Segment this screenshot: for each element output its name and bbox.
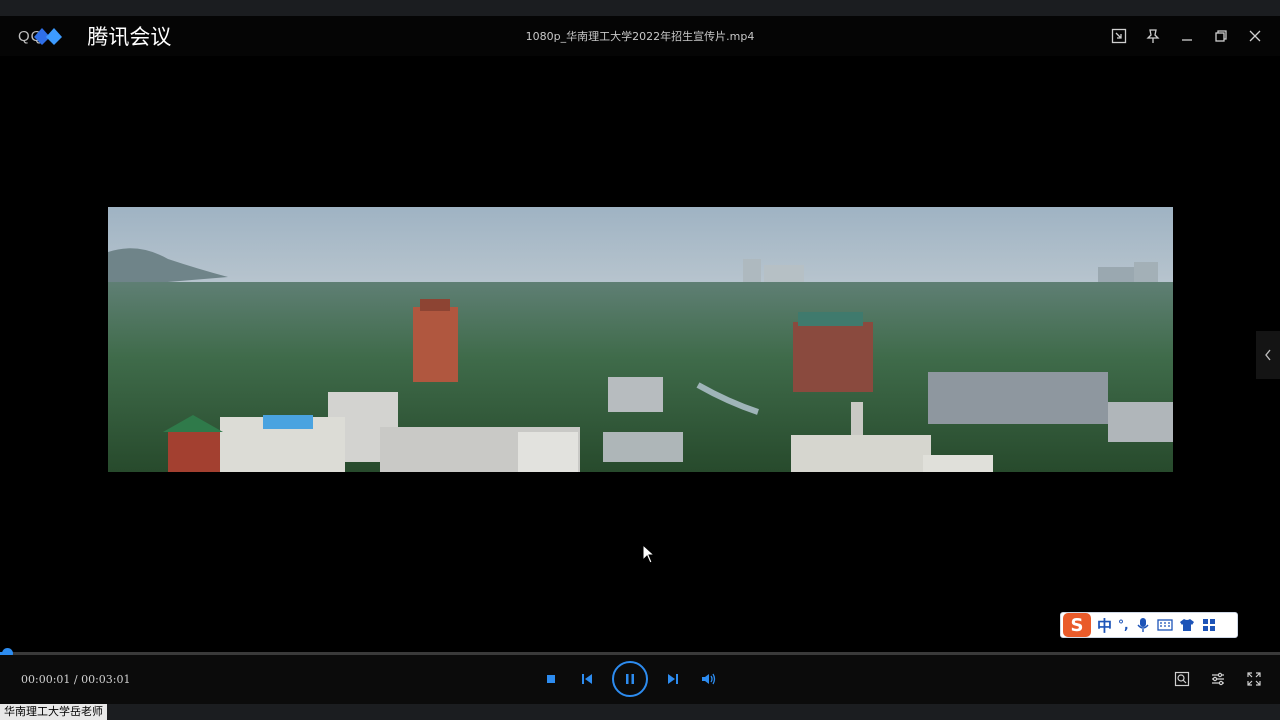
window-title: 1080p_华南理工大学2022年招生宣传片.mp4: [525, 30, 755, 43]
ime-punctuation-toggle[interactable]: °,: [1118, 618, 1129, 632]
presenter-caption: 华南理工大学岳老师: [0, 704, 107, 720]
ime-voice-button[interactable]: [1135, 617, 1151, 633]
sogou-logo[interactable]: S: [1063, 613, 1091, 637]
minimize-button[interactable]: [1176, 25, 1198, 47]
screen-top-edge: [0, 0, 1280, 16]
pin-button[interactable]: [1142, 25, 1164, 47]
picture-in-picture-icon: [1111, 28, 1127, 44]
pause-icon: [626, 674, 634, 684]
side-panel-toggle[interactable]: [1256, 331, 1280, 379]
ime-skin-button[interactable]: [1179, 617, 1195, 633]
picture-in-picture-button[interactable]: [1108, 25, 1130, 47]
volume-button[interactable]: [698, 668, 720, 690]
zoom-frame-icon: [1174, 671, 1190, 687]
fullscreen-button[interactable]: [1244, 669, 1264, 689]
close-icon: [1249, 30, 1261, 42]
pin-icon: [1146, 29, 1160, 43]
sliders-icon: [1212, 672, 1224, 686]
fullscreen-icon: [1247, 672, 1261, 686]
skip-next-icon: [668, 674, 678, 684]
stop-icon: [547, 675, 555, 683]
restore-icon: [1215, 30, 1227, 42]
next-button[interactable]: [662, 668, 684, 690]
minimize-icon: [1182, 39, 1192, 41]
stop-button[interactable]: [540, 668, 562, 690]
mouse-cursor-icon: [642, 544, 656, 564]
chevron-left-icon: [1265, 349, 1271, 361]
toolbox-icon: [1202, 619, 1215, 631]
video-stage[interactable]: S 中 °,: [0, 56, 1280, 652]
window-controls: [1108, 25, 1266, 47]
video-frame: [108, 207, 1173, 472]
title-bar: QQ 腾讯会议 1080p_华南理工大学2022年招生宣传片.mp4: [0, 16, 1280, 56]
keyboard-icon: [1156, 619, 1173, 631]
extra-controls: [1172, 669, 1264, 689]
restore-button[interactable]: [1210, 25, 1232, 47]
campus-aerial-image: [108, 207, 1173, 472]
ime-mode-toggle[interactable]: 中: [1097, 615, 1112, 636]
playback-controls: [540, 661, 720, 697]
ime-toolbox-button[interactable]: [1201, 617, 1217, 633]
ime-keyboard-button[interactable]: [1156, 617, 1173, 633]
player-controls: 00:00:01 / 00:03:01: [0, 655, 1280, 704]
screen-bottom-edge: 华南理工大学岳老师: [0, 704, 1280, 720]
previous-button[interactable]: [576, 668, 598, 690]
microphone-icon: [1137, 618, 1149, 632]
time-display: 00:00:01 / 00:03:01: [21, 673, 131, 686]
ime-toolbar[interactable]: S 中 °,: [1060, 612, 1238, 638]
close-button[interactable]: [1244, 25, 1266, 47]
skip-previous-icon: [582, 674, 592, 684]
volume-icon: [702, 673, 716, 685]
screenshot-search-button[interactable]: [1172, 669, 1192, 689]
skin-icon: [1179, 619, 1194, 631]
settings-button[interactable]: [1208, 669, 1228, 689]
play-pause-button[interactable]: [612, 661, 648, 697]
